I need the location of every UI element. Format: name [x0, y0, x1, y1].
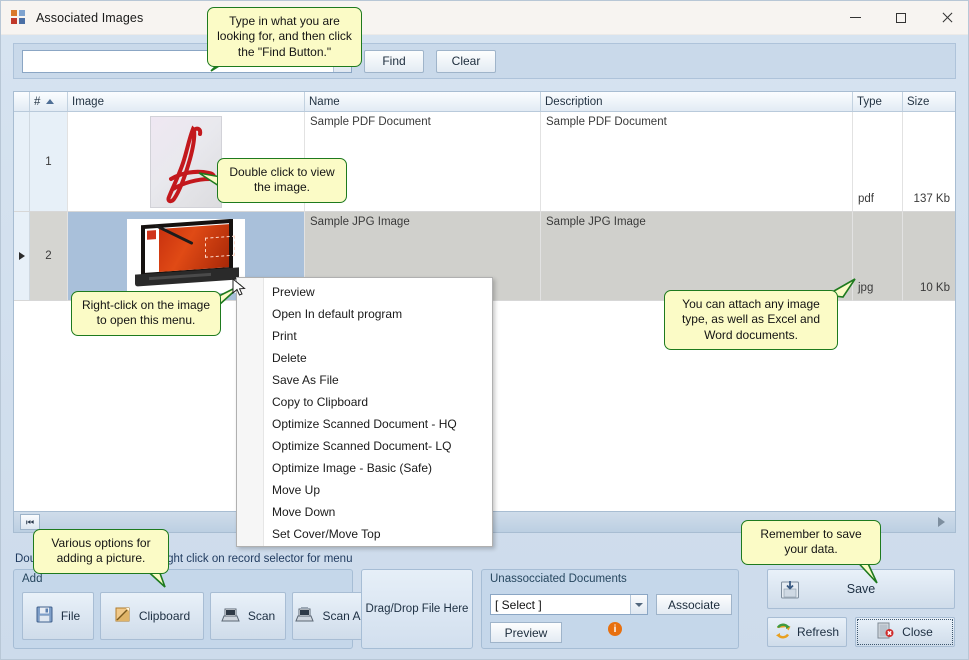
- current-row-indicator-icon: [19, 252, 25, 260]
- clipboard-icon: [114, 606, 131, 626]
- add-group: Add File Clipboard: [13, 569, 353, 649]
- scanner-icon: [221, 607, 240, 626]
- row-description: Sample PDF Document: [541, 112, 853, 212]
- callout-save-reminder: Remember to save your data.: [741, 520, 881, 565]
- add-file-button[interactable]: File: [22, 592, 94, 640]
- callout-find-instruction: Type in what you are looking for, and th…: [207, 7, 362, 67]
- context-menu-item-print[interactable]: Print: [237, 325, 492, 347]
- close-icon: [941, 12, 953, 24]
- close-button-label: Close: [902, 625, 933, 639]
- grid-header-image[interactable]: Image: [68, 92, 305, 111]
- grid-header-row: # Image Name Description Type Size: [14, 92, 955, 112]
- row-size: 10 Kb: [903, 212, 955, 301]
- sort-ascending-icon: [46, 99, 54, 104]
- table-row[interactable]: 1 Sample PDF Document Sample PDF Documen…: [14, 112, 955, 212]
- add-scan-button[interactable]: Scan: [210, 592, 286, 640]
- close-button[interactable]: Close: [855, 617, 955, 647]
- close-door-icon: [877, 622, 894, 642]
- refresh-button[interactable]: Refresh: [767, 617, 847, 647]
- row-size: 137 Kb: [903, 112, 955, 212]
- row-selector[interactable]: [14, 212, 30, 301]
- window-title: Associated Images: [36, 11, 143, 25]
- add-scan-label: Scan: [248, 609, 275, 623]
- save-button-label: Save: [847, 582, 876, 596]
- add-clipboard-label: Clipboard: [139, 609, 190, 623]
- grid-header-type[interactable]: Type: [853, 92, 903, 111]
- associate-button[interactable]: Associate: [656, 594, 732, 615]
- maximize-icon: [896, 13, 906, 23]
- add-clipboard-button[interactable]: Clipboard: [100, 592, 204, 640]
- grid-header-number-label: #: [34, 96, 40, 108]
- refresh-button-label: Refresh: [797, 625, 839, 639]
- scanner-adf-icon: [295, 607, 314, 626]
- row-type-label: pdf: [858, 193, 874, 205]
- find-button[interactable]: Find: [364, 50, 424, 73]
- minimize-icon: [850, 17, 861, 18]
- context-menu-item-move-up[interactable]: Move Up: [237, 479, 492, 501]
- context-menu-item-move-down[interactable]: Move Down: [237, 501, 492, 523]
- callout-right-click: Right-click on the image to open this me…: [71, 291, 221, 336]
- title-bar: Associated Images: [1, 1, 969, 35]
- context-menu-item-open-default[interactable]: Open In default program: [237, 303, 492, 325]
- chevron-down-icon: [635, 603, 643, 607]
- save-button[interactable]: Save: [767, 569, 955, 609]
- context-menu-item-optimize-basic[interactable]: Optimize Image - Basic (Safe): [237, 457, 492, 479]
- save-icon: [780, 580, 800, 603]
- close-window-button[interactable]: [924, 1, 969, 34]
- row-type: pdf: [853, 112, 903, 212]
- context-menu-item-save-as-file[interactable]: Save As File: [237, 369, 492, 391]
- callout-attach-types: You can attach any image type, as well a…: [664, 290, 838, 350]
- row-number: 2: [30, 212, 68, 301]
- image-context-menu: Preview Open In default program Print De…: [236, 277, 493, 547]
- unassociated-dropdown-button[interactable]: [630, 595, 647, 614]
- context-menu-item-copy-clipboard[interactable]: Copy to Clipboard: [237, 391, 492, 413]
- info-icon[interactable]: i: [608, 622, 622, 636]
- add-file-label: File: [61, 609, 80, 623]
- row-description: Sample JPG Image: [541, 212, 853, 301]
- refresh-icon: [775, 623, 791, 642]
- drag-drop-zone[interactable]: Drag/Drop File Here: [361, 569, 473, 649]
- context-menu-item-optimize-lq[interactable]: Optimize Scanned Document- LQ: [237, 435, 492, 457]
- minimize-button[interactable]: [832, 1, 878, 34]
- laptop-photo-thumbnail[interactable]: [127, 219, 245, 293]
- row-size-label: 10 Kb: [920, 282, 950, 294]
- floppy-disk-icon: [36, 606, 53, 626]
- scroll-right-icon[interactable]: [938, 517, 945, 527]
- row-selector[interactable]: [14, 112, 30, 212]
- window-app-icon: [11, 10, 27, 26]
- preview-button[interactable]: Preview: [490, 622, 562, 643]
- application-window: Associated Images Find Clear #: [0, 0, 969, 660]
- maximize-button[interactable]: [878, 1, 924, 34]
- unassociated-select-value: [ Select ]: [491, 598, 630, 612]
- grid-header-number[interactable]: #: [30, 92, 68, 111]
- grid-header-selector: [14, 92, 30, 111]
- context-menu-item-delete[interactable]: Delete: [237, 347, 492, 369]
- grid-header-size[interactable]: Size: [903, 92, 955, 111]
- callout-double-click: Double click to view the image.: [217, 158, 347, 203]
- context-menu-item-set-cover[interactable]: Set Cover/Move Top: [237, 523, 492, 545]
- unassociated-documents-title: Unassocciated Documents: [490, 573, 627, 585]
- grid-header-description[interactable]: Description: [541, 92, 853, 111]
- unassociated-documents-group: Unassocciated Documents [ Select ] Assoc…: [481, 569, 739, 649]
- row-number: 1: [30, 112, 68, 212]
- pdf-acrobat-thumbnail[interactable]: [150, 116, 222, 208]
- row-type-label: jpg: [858, 282, 873, 294]
- clear-button[interactable]: Clear: [436, 50, 496, 73]
- add-group-title: Add: [22, 573, 42, 585]
- unassociated-select[interactable]: [ Select ]: [490, 594, 648, 615]
- search-toolbar: Find Clear: [13, 43, 956, 79]
- grid-header-name[interactable]: Name: [305, 92, 541, 111]
- callout-add-options: Various options for adding a picture.: [33, 529, 169, 574]
- row-type: jpg: [853, 212, 903, 301]
- context-menu-item-preview[interactable]: Preview: [237, 281, 492, 303]
- first-record-button[interactable]: ⏮: [20, 514, 40, 530]
- row-size-label: 137 Kb: [914, 193, 950, 205]
- context-menu-item-optimize-hq[interactable]: Optimize Scanned Document - HQ: [237, 413, 492, 435]
